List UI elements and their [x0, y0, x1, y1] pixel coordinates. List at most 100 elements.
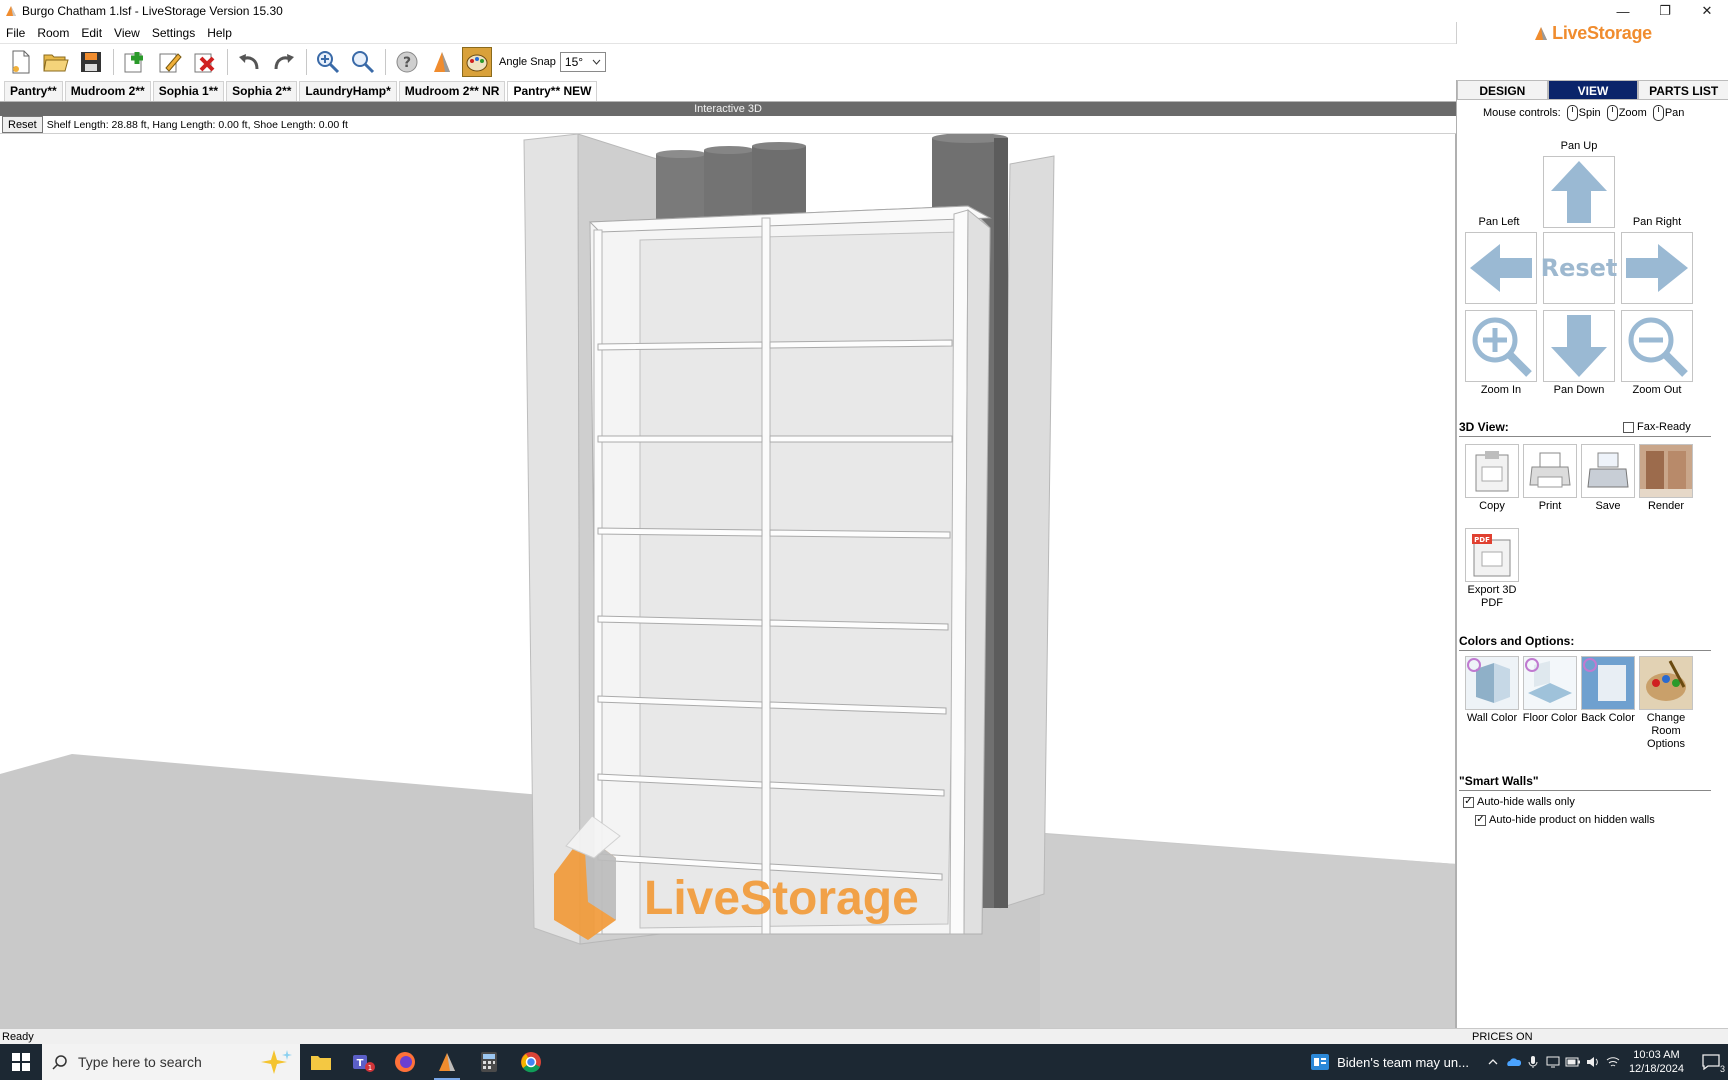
shelf-left-1 [597, 341, 763, 351]
open-folder-icon [43, 54, 69, 72]
volume-icon[interactable] [1583, 1044, 1603, 1080]
menu-settings[interactable]: Settings [146, 26, 201, 40]
tab-design[interactable]: DESIGN [1457, 80, 1548, 100]
menu-file[interactable]: File [0, 26, 31, 40]
status-prices: PRICES ON [1472, 1030, 1533, 1043]
microphone-icon[interactable] [1523, 1044, 1543, 1080]
3d-scene[interactable]: LiveStorage [0, 134, 1456, 1028]
pan-down-label: Pan Down [1553, 384, 1605, 396]
export-3d-pdf-button[interactable]: PDF [1465, 528, 1519, 582]
help-button[interactable]: ? [392, 47, 422, 77]
restore-button[interactable]: ❐ [1644, 0, 1686, 22]
room-tab-mudroom-2[interactable]: Mudroom 2** [64, 81, 151, 101]
open-file-button[interactable] [41, 47, 71, 77]
room-tab-pantry-new[interactable]: Pantry** NEW [507, 81, 598, 101]
reset-view-button[interactable]: Reset [2, 116, 43, 133]
mouse-left-icon [1566, 105, 1578, 121]
wifi-icon[interactable] [1603, 1044, 1623, 1080]
news-widget[interactable]: Biden's team may un... [1311, 1054, 1469, 1070]
render-button[interactable] [1639, 444, 1693, 498]
fax-ready-checkbox[interactable] [1623, 421, 1634, 433]
angle-snap-select[interactable]: 15° [559, 52, 606, 72]
pan-up-button[interactable] [1543, 156, 1615, 228]
edit-item-button[interactable] [155, 47, 185, 77]
pan-down-button[interactable] [1543, 310, 1615, 382]
room-tab-pantry[interactable]: Pantry** [4, 81, 63, 101]
print-button[interactable] [1523, 444, 1577, 498]
change-room-options-button[interactable] [1639, 656, 1693, 710]
room-tab-mudroom-2-nr[interactable]: Mudroom 2** NR [398, 81, 506, 101]
new-file-button[interactable] [6, 47, 36, 77]
onedrive-icon[interactable] [1503, 1044, 1523, 1080]
zoom-out-magnifier-icon [1628, 317, 1688, 377]
wall-color-button[interactable] [1465, 656, 1519, 710]
toolbar-separator [385, 49, 386, 75]
menu-view[interactable]: View [108, 26, 146, 40]
zoom-out-button[interactable] [1621, 310, 1693, 382]
chevron-up-icon[interactable] [1483, 1044, 1503, 1080]
taskbar-teams[interactable]: T1 [342, 1044, 384, 1080]
svg-text:?: ? [403, 55, 411, 71]
livestorage-button[interactable] [427, 47, 457, 77]
taskbar-file-explorer[interactable] [300, 1044, 342, 1080]
zoom-in-icon [317, 51, 340, 74]
mouse-right-icon [1652, 105, 1664, 121]
notifications-icon[interactable]: 3 [1694, 1044, 1728, 1080]
back-color-button[interactable] [1581, 656, 1635, 710]
display-icon[interactable] [1543, 1044, 1563, 1080]
auto-hide-product-option[interactable]: ✓ Auto-hide product on hidden walls [1475, 814, 1655, 826]
copilot-sparkle-icon [261, 1050, 292, 1074]
reset-nav-button[interactable]: Reset [1541, 232, 1617, 304]
pan-left-button[interactable] [1465, 232, 1537, 304]
tab-parts-list[interactable]: PARTS LIST [1638, 80, 1728, 100]
shelf-right-3 [769, 529, 951, 539]
room-tab-sophia-2[interactable]: Sophia 2** [226, 81, 298, 101]
title-bar: Burgo Chatham 1.lsf - LiveStorage Versio… [0, 0, 1728, 22]
menu-bar: File Room Edit View Settings Help [0, 22, 1456, 44]
taskbar-search[interactable]: Type here to search [42, 1044, 300, 1080]
save-3d-button[interactable] [1581, 444, 1635, 498]
room-tab-laundryhamp[interactable]: LaundryHamp* [299, 81, 397, 101]
battery-icon[interactable] [1563, 1044, 1583, 1080]
save-file-button[interactable] [76, 47, 106, 77]
taskbar-firefox[interactable] [384, 1044, 426, 1080]
close-button[interactable]: ✕ [1686, 0, 1728, 22]
tab-view[interactable]: VIEW [1547, 80, 1639, 100]
auto-hide-walls-option[interactable]: ✓ Auto-hide walls only [1463, 796, 1575, 808]
auto-hide-walls-checkbox[interactable]: ✓ [1463, 796, 1474, 808]
chrome-icon [521, 1052, 541, 1073]
svg-text:T: T [357, 1058, 364, 1069]
cylinder-3-top [752, 142, 806, 150]
copy-button[interactable] [1465, 444, 1519, 498]
floor-color-button[interactable] [1523, 656, 1577, 710]
minimize-button[interactable]: — [1602, 0, 1644, 22]
mouse-zoom-label: Zoom [1618, 107, 1647, 119]
taskbar-livestorage[interactable] [426, 1044, 468, 1080]
menu-room[interactable]: Room [31, 26, 75, 40]
menu-edit[interactable]: Edit [75, 26, 108, 40]
length-summary: Shelf Length: 28.88 ft, Hang Length: 0.0… [46, 118, 348, 131]
add-plus-icon [124, 52, 143, 73]
add-item-button[interactable] [120, 47, 150, 77]
3d-viewport[interactable]: LiveStorage [0, 134, 1456, 1028]
undo-button[interactable] [234, 47, 264, 77]
start-button[interactable] [0, 1044, 42, 1080]
zoom-extents-toolbar-button[interactable] [348, 47, 378, 77]
delete-item-button[interactable] [190, 47, 220, 77]
room-options-palette-icon [1640, 657, 1692, 709]
taskbar-chrome[interactable] [510, 1044, 552, 1080]
auto-hide-product-checkbox[interactable]: ✓ [1475, 814, 1486, 826]
pan-right-button[interactable] [1621, 232, 1693, 304]
section-divider [1459, 436, 1711, 437]
room-tab-sophia-1[interactable]: Sophia 1** [152, 81, 225, 101]
zoom-in-toolbar-button[interactable] [313, 47, 343, 77]
redo-button[interactable] [269, 47, 299, 77]
edit-pencil-icon [159, 53, 182, 73]
room-options-toolbar-button[interactable] [462, 47, 492, 77]
taskbar-calculator[interactable] [468, 1044, 510, 1080]
menu-help[interactable]: Help [201, 26, 238, 40]
fax-ready-option[interactable]: Fax-Ready [1623, 421, 1691, 433]
taskbar-clock[interactable]: 10:03 AM 12/18/2024 [1629, 1048, 1684, 1076]
zoom-in-button[interactable] [1465, 310, 1537, 382]
3d-view-title: 3D View: [1459, 420, 1509, 434]
